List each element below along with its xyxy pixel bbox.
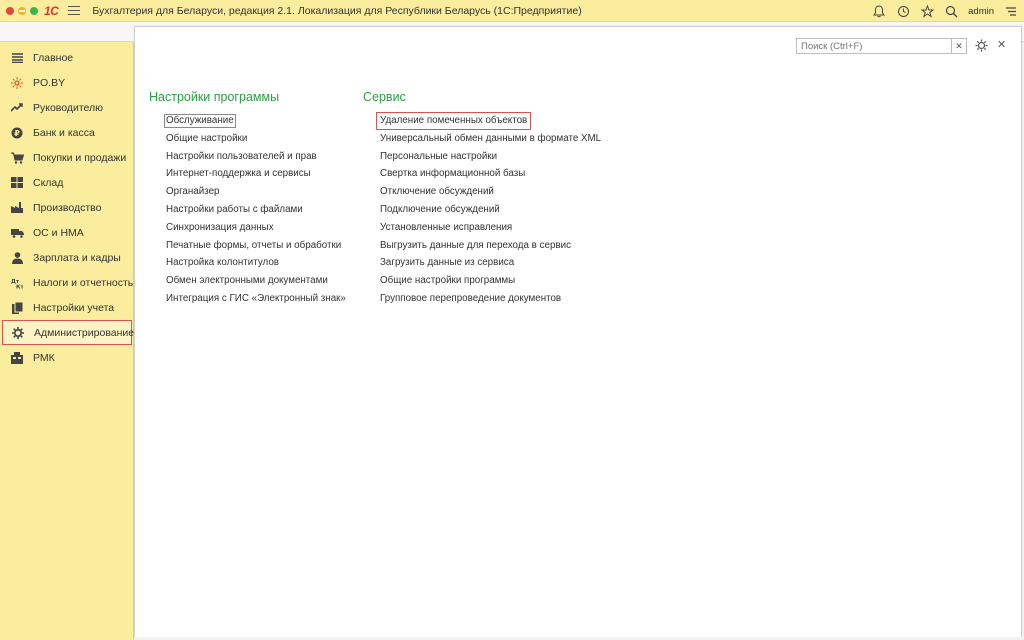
- service-section: Сервис Удаление помеченных объектов Унив…: [363, 90, 603, 310]
- panel-settings-icon[interactable]: [975, 39, 989, 53]
- sidebar-item-bank[interactable]: ₽ Банк и касса: [0, 120, 133, 145]
- list-item[interactable]: Групповое перепроведение документов: [378, 292, 603, 310]
- sidebar-item-label: Склад: [33, 176, 64, 189]
- sidebar-item-label: Настройки учета: [33, 301, 115, 314]
- sidebar-item-label: Главное: [33, 51, 74, 64]
- list-item[interactable]: Печатные формы, отчеты и обработки: [164, 239, 348, 257]
- list-item[interactable]: Интернет-поддержка и сервисы: [164, 167, 348, 185]
- sidebar-item-label: PO.BY: [33, 76, 66, 89]
- tax-icon: Дт Кт: [10, 276, 24, 290]
- sidebar-item-rmk[interactable]: РМК: [0, 345, 133, 370]
- trend-icon: [10, 101, 24, 115]
- list-item[interactable]: Обмен электронными документами: [164, 274, 348, 292]
- sidebar-item-label: Банк и касса: [33, 126, 95, 139]
- app-logo: 1С: [44, 3, 59, 18]
- list-item[interactable]: Настройка колонтитулов: [164, 256, 348, 274]
- coin-icon: ₽: [10, 126, 24, 140]
- sidebar-item-label: Руководителю: [33, 101, 104, 114]
- list-item[interactable]: Персональные настройки: [378, 150, 603, 168]
- list-item[interactable]: Установленные исправления: [378, 221, 603, 239]
- sidebar-item-label: Налоги и отчетность: [33, 276, 134, 289]
- sun-icon: [10, 76, 24, 90]
- list-item[interactable]: Интеграция с ГИС «Электронный знак»: [164, 292, 348, 310]
- svg-text:Кт: Кт: [16, 284, 23, 289]
- sidebar-item-assets[interactable]: ОС и НМА: [0, 220, 133, 245]
- list-item[interactable]: Свертка информационной базы: [378, 167, 603, 185]
- list-item[interactable]: Настройки пользователей и прав: [164, 150, 348, 168]
- list-item[interactable]: Обслуживание: [164, 114, 348, 132]
- sidebar-item-administration[interactable]: Администрирование: [2, 320, 135, 345]
- program-settings-section: Настройки программы Обслуживание Общие н…: [149, 90, 348, 310]
- sidebar-item-salary[interactable]: Зарплата и кадры: [0, 245, 133, 270]
- list-item[interactable]: Удаление помеченных объектов: [375, 112, 603, 132]
- sidebar-item-purchases[interactable]: Покупки и продажи: [0, 145, 133, 170]
- search-icon[interactable]: [944, 4, 958, 18]
- history-icon[interactable]: [896, 4, 910, 18]
- app-title: Бухгалтерия для Беларуси, редакция 2.1. …: [92, 4, 582, 17]
- star-icon[interactable]: [920, 4, 934, 18]
- search-input[interactable]: [797, 39, 951, 53]
- list-item[interactable]: Выгрузить данные для перехода в сервис: [378, 239, 603, 257]
- sidebar-item-manager[interactable]: Руководителю: [0, 95, 133, 120]
- settings-menu-icon[interactable]: [1004, 4, 1018, 18]
- maximize-window-button[interactable]: [30, 6, 38, 15]
- sidebar-item-production[interactable]: Производство: [0, 195, 133, 220]
- list-item[interactable]: Общие настройки: [164, 132, 348, 150]
- list-item[interactable]: Общие настройки программы: [378, 274, 603, 292]
- sidebar-item-main[interactable]: Главное: [0, 45, 133, 70]
- bell-icon[interactable]: [872, 4, 886, 18]
- person-icon: [10, 251, 24, 265]
- main-panel: ✕ ✕ Настройки программы Обслуживание Общ…: [134, 26, 1022, 638]
- svg-text:₽: ₽: [14, 129, 20, 138]
- clear-search-icon[interactable]: ✕: [951, 39, 966, 53]
- menu-lines-icon: [10, 51, 24, 65]
- list-item[interactable]: Подключение обсуждений: [378, 203, 603, 221]
- sidebar-item-label: Зарплата и кадры: [33, 251, 121, 264]
- sidebar-item-label: Покупки и продажи: [33, 151, 127, 164]
- sidebar-item-taxes[interactable]: Дт Кт Налоги и отчетность: [0, 270, 133, 295]
- section-title: Сервис: [363, 90, 406, 104]
- gear-icon: [11, 326, 25, 340]
- sidebar-item-accounting-settings[interactable]: Настройки учета: [0, 295, 133, 320]
- list-item[interactable]: Настройки работы с файлами: [164, 203, 348, 221]
- book-icon: [10, 301, 24, 315]
- sidebar-item-label: Администрирование: [34, 326, 135, 339]
- sidebar-item-label: Производство: [33, 201, 102, 214]
- list-item[interactable]: Синхронизация данных: [164, 221, 348, 239]
- close-panel-icon[interactable]: ✕: [997, 38, 1006, 51]
- section-title: Настройки программы: [149, 90, 280, 104]
- list-item[interactable]: Универсальный обмен данными в формате XM…: [378, 132, 603, 150]
- minimize-window-button[interactable]: [18, 6, 26, 15]
- register-icon: [10, 351, 24, 365]
- main-menu-icon[interactable]: [68, 5, 81, 16]
- sidebar-item-poby[interactable]: PO.BY: [0, 70, 133, 95]
- list-item[interactable]: Органайзер: [164, 185, 348, 203]
- truck-icon: [10, 226, 24, 240]
- factory-icon: [10, 201, 24, 215]
- list-item[interactable]: Отключение обсуждений: [378, 185, 603, 203]
- warehouse-icon: [10, 176, 24, 190]
- sidebar: Главное PO.BY Руководителю ₽ Банк и касс…: [0, 42, 134, 640]
- sidebar-item-label: ОС и НМА: [33, 226, 84, 239]
- cart-icon: [10, 151, 24, 165]
- user-name[interactable]: admin: [968, 6, 994, 17]
- close-window-button[interactable]: [6, 6, 14, 15]
- title-bar: 1С Бухгалтерия для Беларуси, редакция 2.…: [0, 0, 1024, 22]
- list-item[interactable]: Загрузить данные из сервиса: [378, 256, 603, 274]
- search-field: ✕: [796, 38, 967, 54]
- sidebar-item-warehouse[interactable]: Склад: [0, 170, 133, 195]
- sidebar-item-label: РМК: [33, 351, 55, 364]
